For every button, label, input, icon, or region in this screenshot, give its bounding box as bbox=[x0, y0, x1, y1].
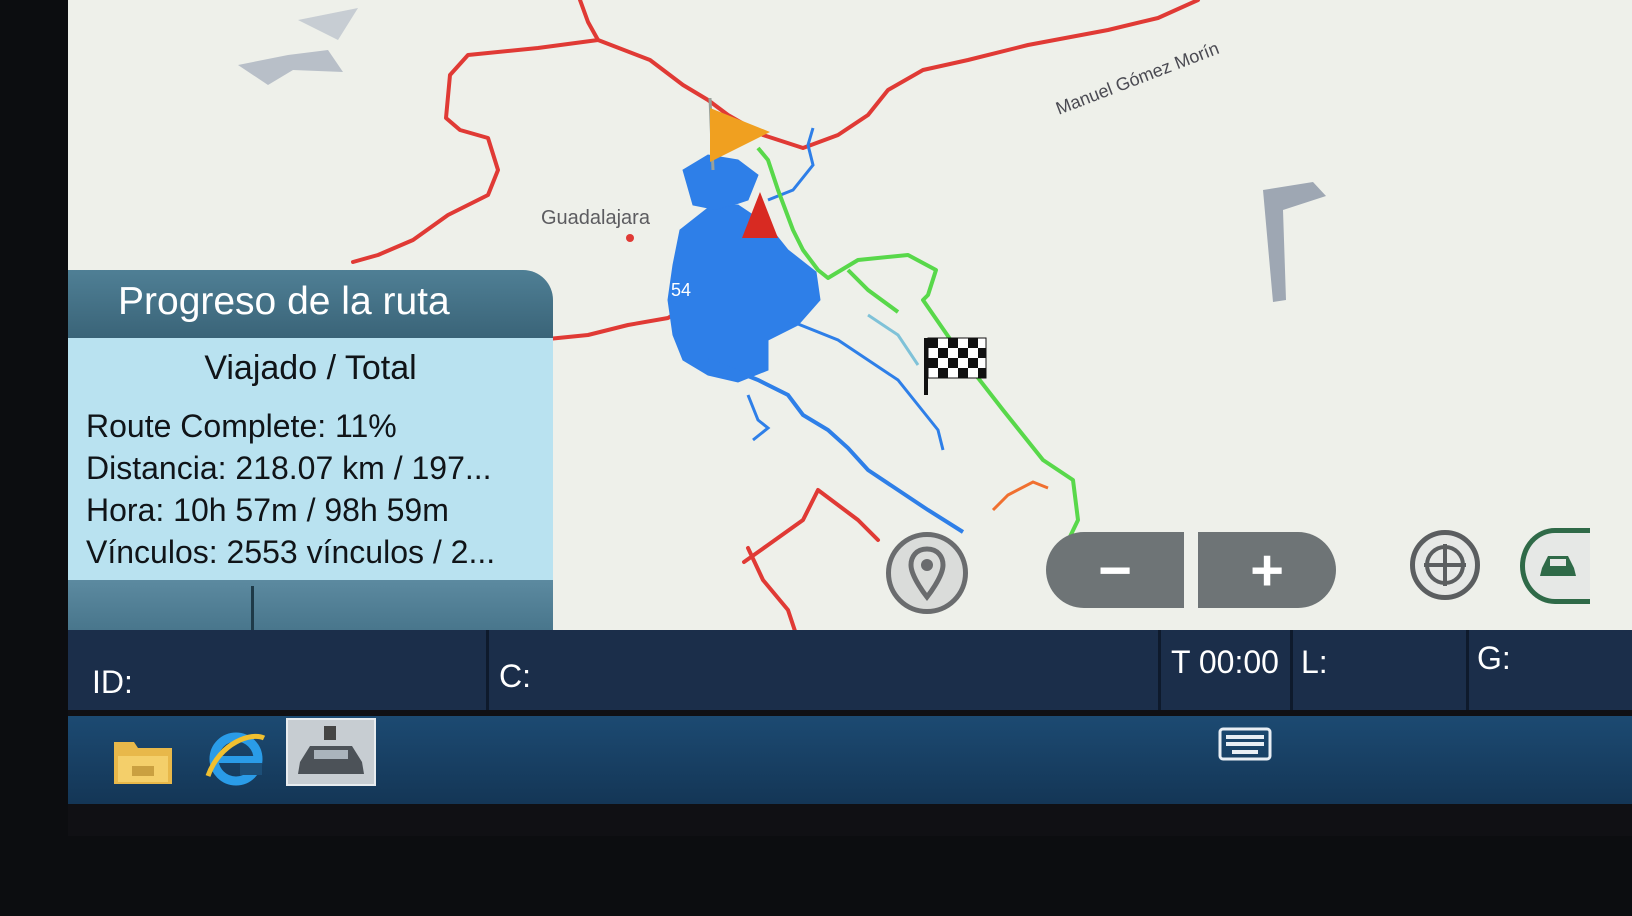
planned-route bbox=[756, 146, 1080, 546]
file-explorer-button[interactable] bbox=[108, 726, 180, 792]
distance-value: 218.07 km / 197... bbox=[235, 450, 492, 486]
c-cell: C: bbox=[486, 630, 1162, 710]
gray-shape bbox=[238, 50, 343, 85]
location-pin-icon bbox=[908, 546, 946, 601]
links-label: Vínculos: bbox=[86, 534, 218, 570]
time-label: Hora: bbox=[86, 492, 165, 528]
g-label: G: bbox=[1477, 640, 1511, 676]
recenter-button[interactable] bbox=[1410, 530, 1480, 600]
l-label: L: bbox=[1301, 644, 1328, 680]
touch-keyboard-button[interactable] bbox=[1218, 726, 1272, 762]
orange-track bbox=[991, 480, 1049, 512]
links-value: 2553 vínculos / 2... bbox=[226, 534, 496, 570]
city-dot bbox=[626, 234, 634, 242]
taskbar bbox=[68, 716, 1632, 804]
distance-label: Distancia: bbox=[86, 450, 227, 486]
route-badge: 54 bbox=[671, 280, 692, 300]
route-progress-panel: Progreso de la ruta Viajado / Total Rout… bbox=[68, 270, 553, 668]
panel-subtitle: Viajado / Total bbox=[68, 338, 553, 398]
c-label: C: bbox=[499, 658, 531, 694]
links-row: Vínculos: 2553 vínculos / 2... bbox=[86, 534, 495, 571]
id-cell: ID: bbox=[80, 630, 488, 710]
finish-flag-icon bbox=[924, 337, 987, 395]
time-readout: T 00:00 bbox=[1171, 644, 1279, 680]
id-label: ID: bbox=[92, 664, 133, 700]
route-complete-label: Route Complete: bbox=[86, 408, 327, 444]
file-explorer-icon bbox=[114, 742, 172, 784]
vehicle-view-button[interactable] bbox=[1520, 528, 1590, 604]
l-cell: L: bbox=[1290, 630, 1466, 710]
internet-explorer-button[interactable] bbox=[200, 726, 272, 792]
g-cell: G: bbox=[1466, 630, 1632, 710]
internet-explorer-icon bbox=[205, 732, 266, 786]
crosshair-icon bbox=[1424, 544, 1466, 586]
app-window: Guadalajara Manuel Gómez Morín 54 Progre… bbox=[68, 0, 1632, 836]
distance-row: Distancia: 218.07 km / 197... bbox=[86, 450, 492, 487]
city-label: Guadalajara bbox=[541, 207, 650, 229]
gray-shape bbox=[298, 8, 358, 40]
time-row: Hora: 10h 57m / 98h 59m bbox=[86, 492, 449, 529]
zoom-in-button[interactable]: + bbox=[1198, 532, 1336, 608]
gray-shape bbox=[1263, 182, 1326, 302]
driven-tracks bbox=[667, 127, 965, 534]
route-complete-row: Route Complete: 11% bbox=[86, 408, 397, 445]
route-complete-value: 11% bbox=[335, 408, 397, 444]
time-cell: T 00:00 bbox=[1158, 630, 1290, 710]
car-icon bbox=[1539, 556, 1576, 576]
secondary-route bbox=[867, 313, 920, 366]
zoom-out-button[interactable]: − bbox=[1046, 532, 1184, 608]
time-value: 10h 57m / 98h 59m bbox=[173, 492, 449, 528]
status-bar: ID: C: T 00:00 L: G: bbox=[68, 630, 1632, 710]
locate-button[interactable] bbox=[886, 532, 968, 614]
panel-title: Progreso de la ruta bbox=[68, 270, 553, 338]
street-view-app-button[interactable] bbox=[286, 718, 376, 786]
keyboard-icon bbox=[1218, 727, 1272, 761]
street-view-car-icon bbox=[298, 726, 364, 774]
panel-stats: Route Complete: 11% Distancia: 218.07 km… bbox=[68, 398, 553, 580]
